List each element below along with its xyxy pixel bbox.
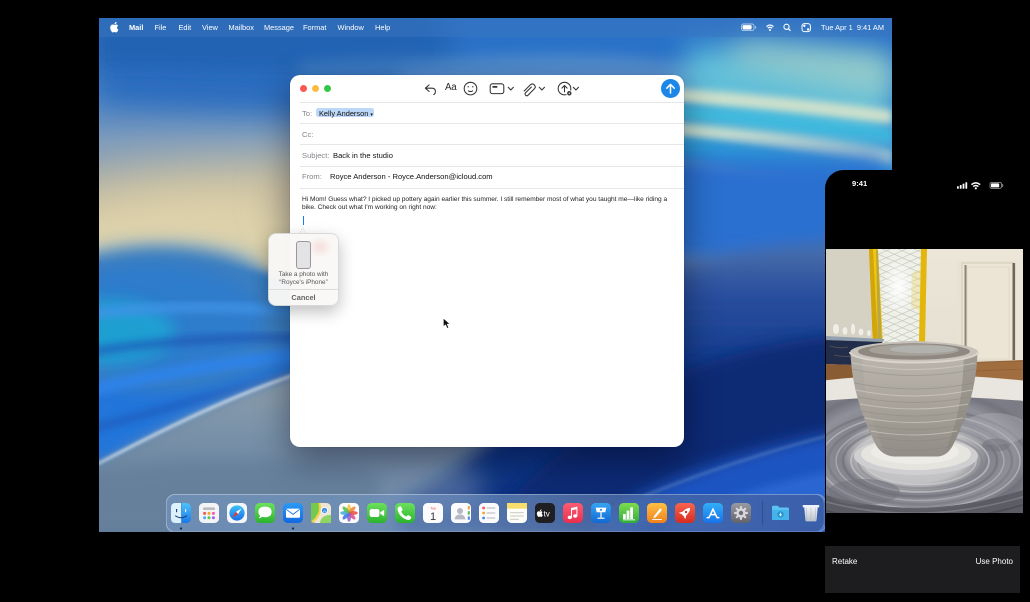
svg-text:1: 1 — [430, 511, 436, 523]
svg-text:tv: tv — [543, 510, 549, 519]
